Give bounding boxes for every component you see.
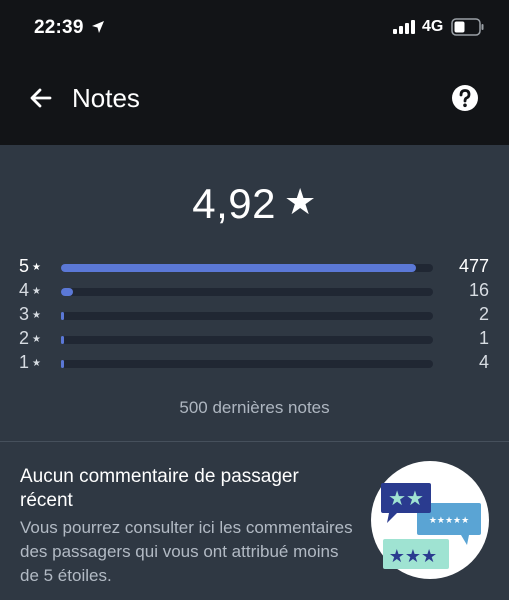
divider bbox=[0, 441, 509, 442]
star-icon: ★ bbox=[32, 286, 41, 297]
rating-row: 3 ★ 2 bbox=[0, 304, 509, 328]
rating-bar-track bbox=[61, 336, 433, 344]
rating-count: 2 bbox=[478, 304, 489, 324]
rating-row: 4 ★ 16 bbox=[0, 280, 509, 304]
star-level-label: 4 ★ bbox=[19, 280, 41, 301]
rating-count: 16 bbox=[468, 280, 489, 300]
help-icon[interactable] bbox=[451, 84, 479, 112]
rating-count: 477 bbox=[458, 256, 489, 276]
rating-count: 4 bbox=[478, 352, 489, 372]
rating-value: 4,92 bbox=[192, 180, 276, 227]
rating-bar-track bbox=[61, 288, 433, 296]
signal-icon bbox=[393, 20, 415, 34]
star-level-number: 2 bbox=[19, 328, 30, 348]
rating-bar-fill bbox=[61, 312, 64, 320]
star-level-number: 3 bbox=[19, 304, 30, 324]
star-level-label: 2 ★ bbox=[19, 328, 41, 349]
svg-text:★★★★★: ★★★★★ bbox=[429, 516, 469, 526]
star-level-label: 5 ★ bbox=[19, 256, 41, 277]
star-level-number: 5 bbox=[19, 256, 30, 276]
star-icon: ★ bbox=[283, 181, 317, 222]
rating-count: 1 bbox=[478, 328, 489, 348]
star-level-label: 1 ★ bbox=[19, 352, 41, 373]
comments-empty-title: Aucun commentaire de passager récent bbox=[20, 466, 299, 511]
overall-rating: 4,92 ★ bbox=[0, 180, 509, 228]
page-title: Notes bbox=[72, 83, 140, 113]
star-icon: ★ bbox=[32, 358, 41, 369]
star-icon: ★ bbox=[32, 262, 41, 273]
location-arrow-icon bbox=[92, 21, 104, 33]
top-bar: 22:39 4G Notes bbox=[0, 0, 509, 145]
svg-text:★★: ★★ bbox=[388, 486, 424, 510]
rating-bar-fill bbox=[61, 360, 64, 368]
status-time: 22:39 bbox=[34, 17, 84, 38]
rating-row: 1 ★ 4 bbox=[0, 352, 509, 376]
rating-bar-track bbox=[61, 360, 433, 368]
star-level-label: 3 ★ bbox=[19, 304, 41, 325]
rating-row: 5 ★ 477 bbox=[0, 256, 509, 280]
feedback-illustration: ★★★★★ ★★ ★★★ bbox=[371, 461, 489, 579]
svg-text:★★★: ★★★ bbox=[389, 546, 437, 567]
network-label: 4G bbox=[422, 18, 444, 35]
back-arrow-icon[interactable] bbox=[27, 84, 55, 112]
rating-row: 2 ★ 1 bbox=[0, 328, 509, 352]
star-level-number: 1 bbox=[19, 352, 30, 372]
rating-bar-track bbox=[61, 264, 433, 272]
rating-bar-fill bbox=[61, 288, 73, 296]
ratings-count-caption: 500 dernières notes bbox=[179, 398, 330, 417]
star-level-number: 4 bbox=[19, 280, 30, 300]
rating-bar-fill bbox=[61, 264, 416, 272]
star-icon: ★ bbox=[32, 334, 41, 345]
rating-bar-track bbox=[61, 312, 433, 320]
comments-empty-description: Vous pourrez consulter ici les commentai… bbox=[20, 518, 353, 585]
battery-icon bbox=[451, 18, 484, 36]
star-icon: ★ bbox=[32, 310, 41, 321]
rating-bar-fill bbox=[61, 336, 64, 344]
